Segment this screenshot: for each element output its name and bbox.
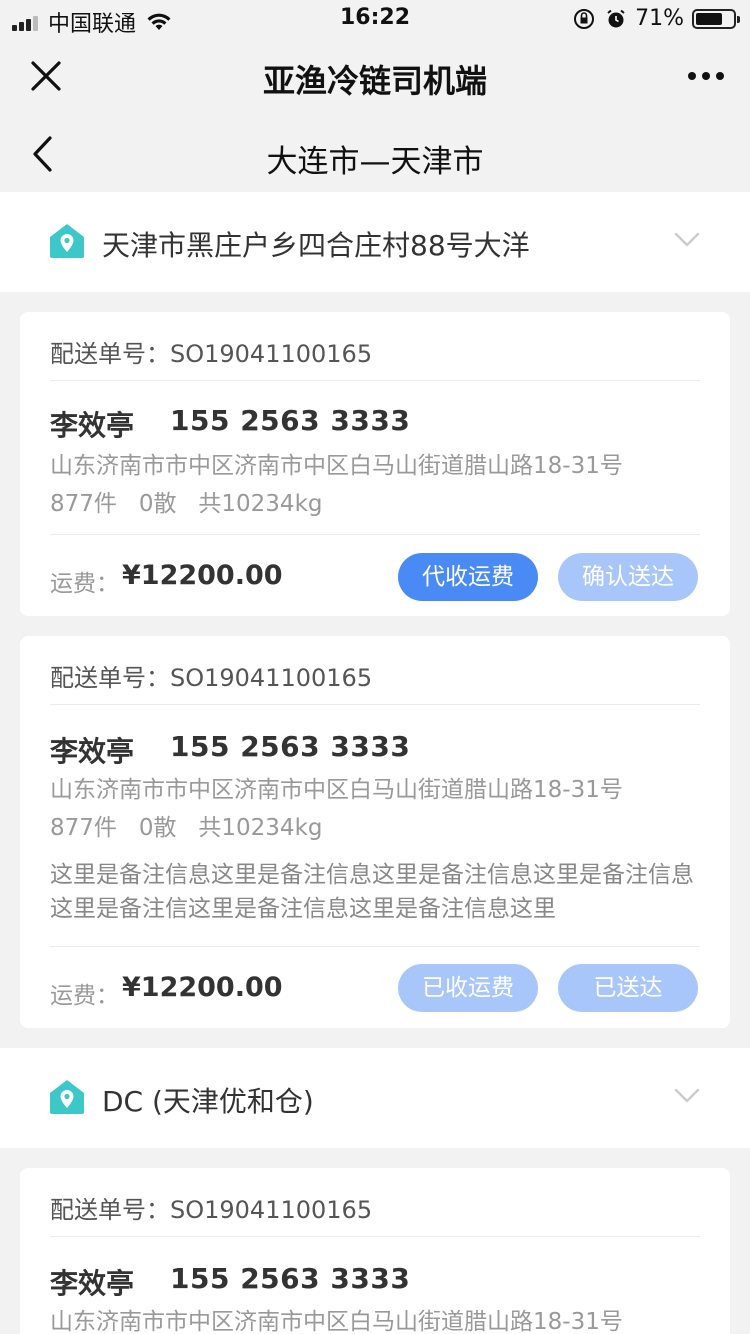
- phone-number[interactable]: 155 2563 3333: [170, 1262, 410, 1295]
- alarm-icon: [607, 9, 625, 27]
- location-row[interactable]: 天津市黑庄户乡四合庄村88号大洋: [0, 192, 750, 292]
- quantity-summary: 877件 0散 共10234kg: [50, 815, 323, 841]
- order-card: 配送单号：SO19041100165 李效亭 155 2563 3333 山东济…: [20, 1168, 730, 1334]
- phone-number[interactable]: 155 2563 3333: [170, 730, 410, 763]
- order-number: 配送单号：SO19041100165: [50, 1196, 373, 1224]
- collect-fee-button[interactable]: 代收运费: [398, 553, 538, 601]
- orientation-lock-icon: [574, 8, 595, 29]
- confirm-delivery-button[interactable]: 确认送达: [558, 553, 698, 601]
- fee-collected-button[interactable]: 已收运费: [398, 964, 538, 1012]
- chevron-down-icon[interactable]: [674, 1088, 700, 1104]
- nav-bar: 亚渔冷链司机端: [0, 38, 750, 118]
- location-name: DC (天津优和仓): [102, 1085, 314, 1118]
- delivery-address: 山东济南市市中区济南市中区白马山街道腊山路18-31号: [50, 1309, 623, 1334]
- delivered-button[interactable]: 已送达: [558, 964, 698, 1012]
- location-row[interactable]: DC (天津优和仓): [0, 1048, 750, 1148]
- order-number: 配送单号：SO19041100165: [50, 664, 373, 692]
- delivery-address: 山东济南市市中区济南市中区白马山街道腊山路18-31号: [50, 453, 623, 479]
- route-title: 大连市—天津市: [266, 144, 484, 180]
- fee-amount: ¥12200.00: [122, 972, 283, 1003]
- driver-name: 李效亭: [50, 1267, 135, 1300]
- driver-name: 李效亭: [50, 409, 135, 442]
- order-card: 配送单号：SO19041100165 李效亭 155 2563 3333 山东济…: [20, 636, 730, 1028]
- order-card: 配送单号：SO19041100165 李效亭 155 2563 3333 山东济…: [20, 312, 730, 616]
- fee-amount: ¥12200.00: [122, 560, 283, 591]
- order-number: 配送单号：SO19041100165: [50, 340, 373, 368]
- order-note: 这里是备注信息这里是备注信息这里是备注信息这里是备注信息这里是备注信这里是备注信…: [50, 862, 694, 922]
- location-name: 天津市黑庄户乡四合庄村88号大洋: [102, 229, 530, 262]
- route-bar: 大连市—天津市: [0, 118, 750, 192]
- more-icon[interactable]: [682, 72, 724, 80]
- phone-number[interactable]: 155 2563 3333: [170, 404, 410, 437]
- fee-label: 运费：: [50, 983, 119, 1009]
- app-title: 亚渔冷链司机端: [262, 62, 487, 100]
- location-pin-icon: [50, 1080, 84, 1114]
- status-bar: 中国联通 16:22 71%: [0, 0, 750, 38]
- battery-percent: 71%: [635, 6, 684, 31]
- driver-name: 李效亭: [50, 735, 135, 768]
- delivery-address: 山东济南市市中区济南市中区白马山街道腊山路18-31号: [50, 777, 623, 803]
- battery-icon: [692, 8, 740, 29]
- fee-label: 运费：: [50, 571, 119, 597]
- quantity-summary: 877件 0散 共10234kg: [50, 491, 323, 517]
- chevron-down-icon[interactable]: [674, 232, 700, 248]
- location-pin-icon: [50, 224, 84, 258]
